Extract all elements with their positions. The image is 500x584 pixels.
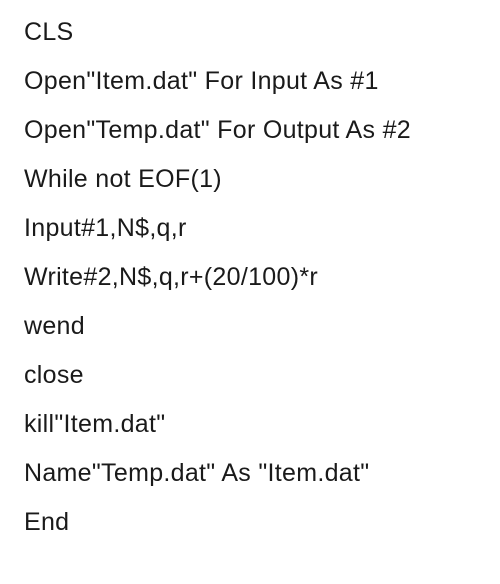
code-line: While not EOF(1) <box>24 167 476 192</box>
code-line: Write#2,N$,q,r+(20/100)*r <box>24 265 476 290</box>
code-line: CLS <box>24 20 476 45</box>
code-line: wend <box>24 314 476 339</box>
code-line: End <box>24 510 476 535</box>
code-line: kill"Item.dat" <box>24 412 476 437</box>
code-line: Name"Temp.dat" As "Item.dat" <box>24 461 476 486</box>
code-line: Open"Temp.dat" For Output As #2 <box>24 118 476 143</box>
code-line: Open"Item.dat" For Input As #1 <box>24 69 476 94</box>
code-line: close <box>24 363 476 388</box>
code-line: Input#1,N$,q,r <box>24 216 476 241</box>
